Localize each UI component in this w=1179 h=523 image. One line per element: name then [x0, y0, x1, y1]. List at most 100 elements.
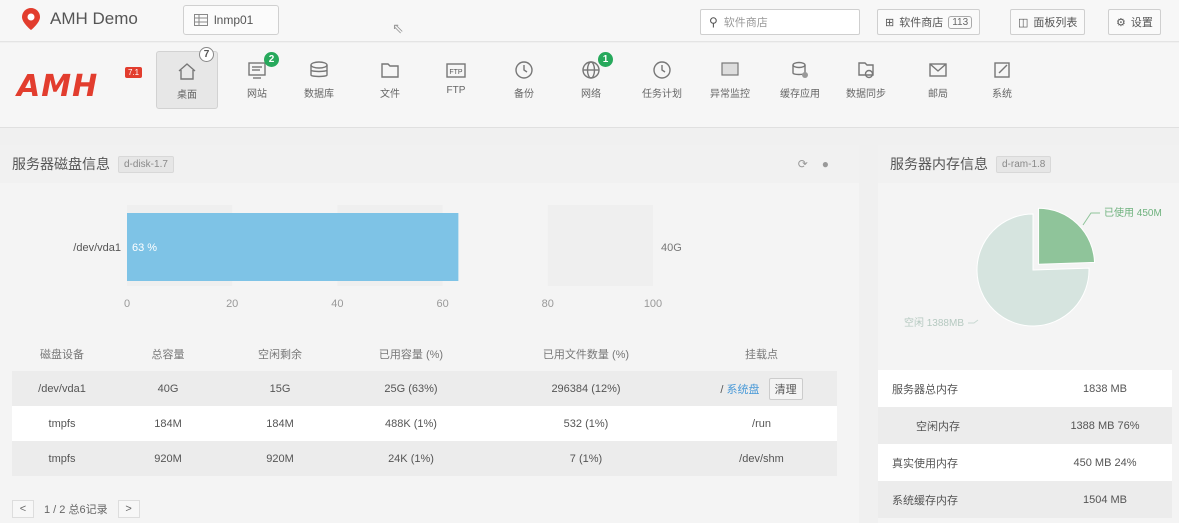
prev-page-button[interactable]: < [12, 500, 34, 518]
search-icon: ⚲ [709, 15, 718, 29]
disk-panel-header: 服务器磁盘信息 d-disk-1.7 [0, 145, 859, 183]
next-page-button[interactable]: > [117, 500, 140, 518]
disk-panel-actions: ⟳ ● [798, 157, 829, 171]
col-header: 总容量 [151, 348, 185, 361]
settings-button[interactable]: ⚙ 设置 [1108, 9, 1161, 35]
memory-panel-header: 服务器内存信息 d-ram-1.8 [878, 145, 1179, 183]
nav-item-mail[interactable]: 邮局 [908, 51, 968, 116]
nav-item-label: 异常监控 [710, 89, 750, 100]
memory-label: 服务器总内存 [892, 383, 958, 396]
nav-item-sync[interactable]: 数据同步 [836, 51, 896, 116]
top-bar: AMH Demo lnmp01 ⇖ ⚲ 软件商店 ⊞ 软件商店 113 ◫ 面板… [0, 0, 1179, 42]
nav-item-label: 桌面 [177, 90, 197, 101]
memory-value: 1838 MB [1082, 382, 1128, 395]
nav-item-label: 任务计划 [642, 89, 682, 100]
nav-item-label: 数据同步 [846, 89, 886, 100]
memory-label: 系统缓存内存 [892, 494, 958, 507]
col-header: 已用容量 (%) [378, 348, 444, 361]
pie-slice-label: 空闲 1388MB [904, 316, 964, 329]
memory-pie-chart: 已使用 450M 空闲 1388MB [904, 206, 1162, 329]
settings-label: 设置 [1130, 17, 1153, 29]
system-disk-link[interactable]: 系统盘 [727, 384, 760, 396]
nav-item-database[interactable]: 数据库 [289, 51, 349, 116]
grid-icon [194, 14, 208, 26]
disk-panel-title: 服务器磁盘信息 [12, 156, 110, 172]
memory-value: 450 MB 24% [1073, 456, 1137, 469]
col-header: 磁盘设备 [40, 348, 84, 361]
app-title: AMH Demo [50, 9, 138, 28]
nav-item-label: 文件 [380, 89, 400, 100]
nav-item-home[interactable]: 桌面 7 [156, 47, 218, 109]
bar-data-label: 63 % [132, 242, 157, 254]
mail-icon [929, 63, 947, 77]
cell-total: 920M [154, 452, 182, 465]
pie-slice [1038, 207, 1096, 265]
memory-info-panel: 服务器内存信息 d-ram-1.8 已使用 450M 空闲 1388MB 服务器总… [878, 145, 1179, 523]
nav-item-label: 数据库 [304, 89, 334, 100]
database-icon [310, 61, 328, 78]
memory-value: 1388 MB 76% [1070, 419, 1140, 432]
nav-item-folder[interactable]: 文件 [360, 51, 420, 116]
cell-mount: / 系统盘 清理 [686, 377, 837, 400]
disk-table: 磁盘设备 总容量 空闲剩余 已用容量 (%) 已用文件数量 (%) 挂载点 /d… [12, 336, 837, 476]
memory-value: 1504 MB [1082, 493, 1128, 506]
main-nav: AMH 7.1 桌面 7 网站 2 数据库 文件 FTP FTP 备份 网络 1 任务计划 异常监控 缓存… [0, 43, 1179, 128]
nav-item-label: 邮局 [928, 89, 948, 100]
nav-item-label: 网站 [247, 89, 267, 100]
cell-free: 15G [269, 382, 291, 395]
nav-item-ftp[interactable]: FTP FTP [426, 51, 486, 116]
nav-item-label: 备份 [514, 89, 534, 100]
memory-panel-title: 服务器内存信息 [890, 156, 988, 172]
cell-device: tmpfs [48, 417, 76, 430]
refresh-icon[interactable]: ⟳ [798, 157, 808, 171]
page-info: 1 / 2 总6记录 [44, 504, 108, 516]
x-tick-label: 40 [331, 298, 343, 310]
table-row: 真实使用内存 450 MB 24% [878, 444, 1172, 481]
monitor-icon [721, 62, 739, 76]
pie-leader-line [1082, 212, 1100, 226]
location-pin-icon [22, 8, 40, 30]
clock-icon [653, 61, 671, 79]
software-store-button[interactable]: ⊞ 软件商店 113 [877, 9, 981, 35]
x-tick-label: 20 [226, 298, 238, 310]
nav-item-system[interactable]: 系统 [972, 51, 1032, 116]
cell-total: 40G [157, 382, 179, 395]
disk-panel-tag: d-disk-1.7 [118, 155, 174, 173]
table-row: 系统缓存内存 1504 MB [878, 481, 1172, 518]
cell-free: 920M [266, 452, 294, 465]
server-tab[interactable]: lnmp01 [183, 5, 279, 35]
disk-usage-chart: 0 20 40 60 80 100/dev/vda1 63 % 40G [73, 205, 682, 310]
cache-icon [792, 61, 808, 78]
cell-mount: /run [752, 417, 771, 430]
svg-text:FTP: FTP [449, 69, 463, 76]
clean-button[interactable]: 清理 [768, 377, 803, 400]
server-tab-label: lnmp01 [214, 13, 254, 27]
nav-item-label: 缓存应用 [780, 89, 820, 100]
home-icon [178, 63, 196, 80]
chart-grid-band [547, 205, 653, 286]
folder-icon [381, 63, 399, 78]
cell-files: 7 (1%) [569, 452, 603, 465]
category-label: /dev/vda1 [73, 242, 121, 254]
nav-item-monitor[interactable]: 异常监控 [700, 51, 760, 116]
cell-total: 184M [154, 417, 182, 430]
gear-icon: ⚙ [1116, 16, 1126, 29]
nav-item-cache[interactable]: 缓存应用 [770, 51, 830, 116]
close-icon[interactable]: ● [822, 157, 829, 171]
nav-item-backup[interactable]: 备份 [494, 51, 554, 116]
nav-item-globe[interactable]: 网络 1 [561, 51, 621, 116]
disk-usage-bar [127, 213, 459, 281]
app-brand[interactable]: AMH Demo [22, 8, 138, 30]
nav-item-clock[interactable]: 任务计划 [632, 51, 692, 116]
col-header: 已用文件数量 (%) [542, 348, 630, 361]
panel-list-button[interactable]: ◫ 面板列表 [1010, 9, 1086, 35]
cell-device: tmpfs [48, 452, 76, 465]
nav-item-website[interactable]: 网站 2 [227, 51, 287, 116]
nav-badge: 1 [598, 52, 613, 67]
store-search-input[interactable]: ⚲ 软件商店 [700, 9, 860, 35]
nav-item-label: FTP [446, 85, 466, 96]
search-placeholder: 软件商店 [723, 17, 768, 29]
x-tick-label: 60 [436, 298, 448, 310]
x-tick-label: 80 [542, 298, 554, 310]
x-tick-label: 100 [644, 298, 662, 310]
